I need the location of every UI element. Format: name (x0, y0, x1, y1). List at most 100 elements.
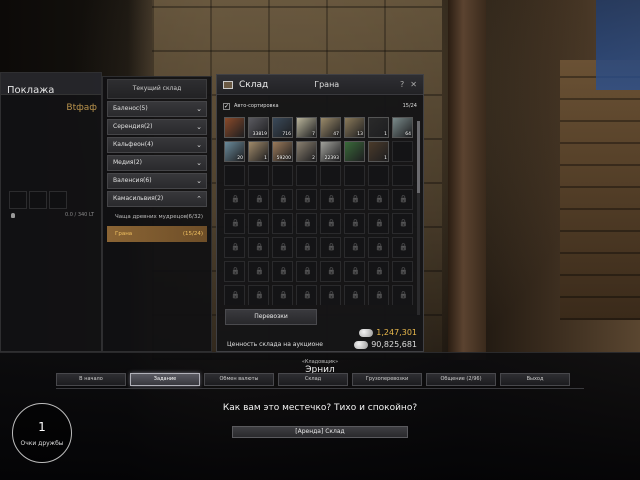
city-item[interactable]: Валенсия(6) ⌄ (107, 173, 207, 189)
storage-item-slot[interactable]: 59200 (272, 141, 293, 162)
transport-button[interactable]: Перевозки (225, 309, 317, 325)
storage-locked-slot[interactable] (272, 237, 293, 258)
storage-locked-slot[interactable] (224, 213, 245, 234)
storage-locked-slot[interactable] (248, 213, 269, 234)
storage-locked-slot[interactable] (248, 189, 269, 210)
storage-locked-slot[interactable] (296, 285, 317, 305)
storage-item-slot[interactable]: 13 (344, 117, 365, 138)
dialog-tab[interactable]: Общение (2/96) (426, 373, 496, 386)
storage-locked-slot[interactable] (344, 213, 365, 234)
storage-locked-slot[interactable] (392, 189, 413, 210)
storage-empty-slot[interactable] (272, 165, 293, 186)
city-item[interactable]: Камасильвия(2) ⌃ (107, 191, 207, 207)
autosort-checkbox[interactable]: ✓ (223, 102, 230, 110)
storage-location-item[interactable]: Грана (15/24) (107, 226, 207, 242)
storage-item-slot[interactable]: 1 (368, 117, 389, 138)
storage-locked-slot[interactable] (344, 261, 365, 282)
storage-item-slot[interactable]: 716 (272, 117, 293, 138)
storage-locked-slot[interactable] (368, 213, 389, 234)
inventory-slot[interactable] (29, 191, 47, 209)
storage-scrollbar[interactable] (417, 121, 420, 315)
scroll-thumb[interactable] (417, 121, 420, 193)
storage-empty-slot[interactable] (368, 165, 389, 186)
storage-locked-slot[interactable] (296, 261, 317, 282)
inventory-slot[interactable] (9, 191, 27, 209)
storage-locked-slot[interactable] (272, 213, 293, 234)
storage-item-slot[interactable] (224, 117, 245, 138)
storage-locked-slot[interactable] (296, 237, 317, 258)
storage-empty-slot[interactable] (224, 165, 245, 186)
dialog-tab[interactable]: В начало (56, 373, 126, 386)
item-quantity: 13 (357, 132, 363, 137)
storage-item-slot[interactable]: 22393 (320, 141, 341, 162)
storage-locked-slot[interactable] (248, 261, 269, 282)
storage-locked-slot[interactable] (320, 213, 341, 234)
storage-empty-slot[interactable] (296, 165, 317, 186)
storage-item-slot[interactable]: 1 (248, 141, 269, 162)
storage-locked-slot[interactable] (224, 189, 245, 210)
city-label: Валенсия(6) (113, 177, 152, 184)
storage-locked-slot[interactable] (272, 189, 293, 210)
dialog-tabs: В начало Задание Обмен валюты Склад Грузопер… (56, 373, 570, 386)
dialog-tab[interactable]: Выход (500, 373, 570, 386)
storage-locked-slot[interactable] (344, 237, 365, 258)
dialog-tab[interactable]: Склад (278, 373, 348, 386)
close-icon[interactable]: ✕ (410, 80, 417, 89)
storage-empty-slot[interactable] (392, 165, 413, 186)
storage-locked-slot[interactable] (320, 261, 341, 282)
dialog-option-rent-storage[interactable]: [Аренда] Склад (232, 426, 408, 438)
city-item[interactable]: Кальфеон(4) ⌄ (107, 137, 207, 153)
storage-locked-slot[interactable] (248, 237, 269, 258)
storage-item-slot[interactable] (344, 141, 365, 162)
city-item[interactable]: Баленос(5) ⌄ (107, 101, 207, 117)
storage-locked-slot[interactable] (224, 285, 245, 305)
storage-locked-slot[interactable] (248, 285, 269, 305)
storage-city-list: Текущий склад Баленос(5) ⌄ Серендия(2) ⌄ Кал… (102, 76, 212, 352)
storage-locked-slot[interactable] (320, 189, 341, 210)
storage-item-slot[interactable]: 47 (320, 117, 341, 138)
storage-locked-slot[interactable] (320, 285, 341, 305)
storage-item-slot[interactable]: 2 (296, 141, 317, 162)
chevron-down-icon: ⌄ (196, 141, 202, 149)
storage-locked-slot[interactable] (392, 237, 413, 258)
dialog-tab[interactable]: Задание (130, 373, 200, 386)
storage-empty-slot[interactable] (344, 165, 365, 186)
storage-locked-slot[interactable] (272, 285, 293, 305)
storage-locked-slot[interactable] (224, 261, 245, 282)
storage-locked-slot[interactable] (368, 285, 389, 305)
current-storage-button[interactable]: Текущий склад (107, 79, 207, 99)
character-name: Вtфaф (66, 103, 97, 113)
storage-item-slot[interactable]: 20 (224, 141, 245, 162)
auction-value-readout: 90,825,681 (354, 340, 417, 349)
storage-empty-slot[interactable] (248, 165, 269, 186)
storage-locked-slot[interactable] (392, 213, 413, 234)
help-icon[interactable]: ? (400, 80, 404, 89)
dialog-tab[interactable]: Грузоперевозки (352, 373, 422, 386)
storage-item-slot[interactable]: 33819 (248, 117, 269, 138)
storage-locked-slot[interactable] (392, 261, 413, 282)
storage-locked-slot[interactable] (296, 189, 317, 210)
storage-locked-slot[interactable] (224, 237, 245, 258)
storage-location-label: Чаща древних мудрецов (115, 214, 187, 220)
dialog-tab[interactable]: Обмен валюты (204, 373, 274, 386)
storage-item-slot[interactable]: 64 (392, 117, 413, 138)
storage-location-count: (6/32) (186, 214, 203, 220)
storage-location-item[interactable]: Чаща древних мудрецов (6/32) (107, 209, 207, 225)
storage-item-slot[interactable]: 7 (296, 117, 317, 138)
storage-empty-slot[interactable] (392, 141, 413, 162)
storage-locked-slot[interactable] (368, 261, 389, 282)
storage-locked-slot[interactable] (320, 237, 341, 258)
storage-locked-slot[interactable] (392, 285, 413, 305)
storage-locked-slot[interactable] (344, 189, 365, 210)
storage-empty-slot[interactable] (320, 165, 341, 186)
city-item[interactable]: Серендия(2) ⌄ (107, 119, 207, 135)
storage-locked-slot[interactable] (368, 189, 389, 210)
storage-locked-slot[interactable] (296, 213, 317, 234)
storage-locked-slot[interactable] (344, 285, 365, 305)
inventory-slot[interactable] (49, 191, 67, 209)
wooden-beam (448, 0, 486, 360)
storage-locked-slot[interactable] (272, 261, 293, 282)
city-item[interactable]: Медия(2) ⌄ (107, 155, 207, 171)
storage-item-slot[interactable]: 1 (368, 141, 389, 162)
storage-locked-slot[interactable] (368, 237, 389, 258)
